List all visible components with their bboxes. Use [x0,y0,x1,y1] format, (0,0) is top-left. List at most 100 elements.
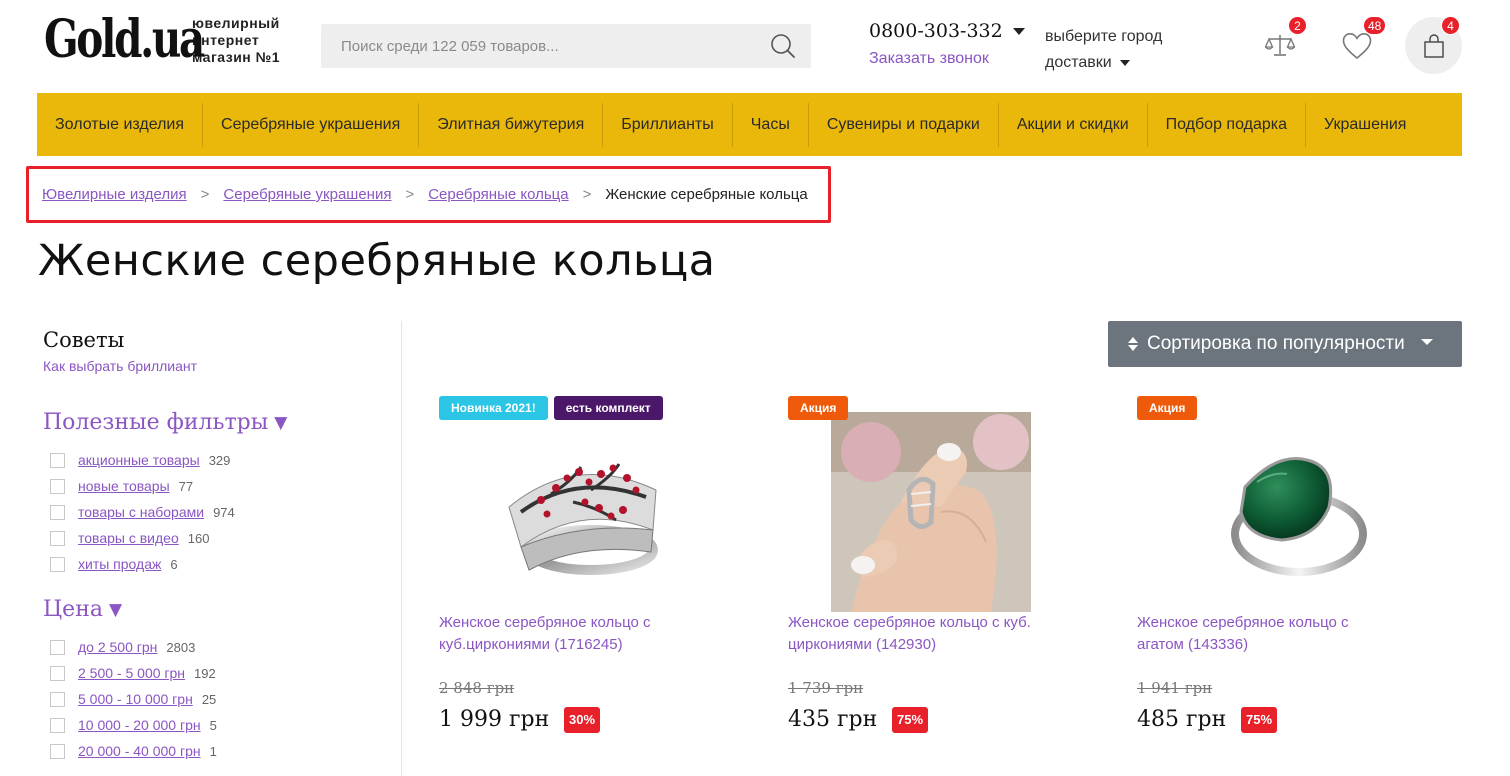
filter-label[interactable]: акционные товары [78,452,200,468]
shopping-bag-icon [1423,33,1444,58]
sidebar-divider [401,321,402,776]
nav-item-bijouterie[interactable]: Элитная бижутерия [419,102,604,147]
breadcrumb-separator: > [582,186,592,203]
useful-filters-heading: Полезные фильтры [43,410,269,435]
ring-image-icon [1231,457,1367,576]
breadcrumb-link[interactable]: Ювелирные изделия [42,186,187,203]
breadcrumb-link[interactable]: Серебряные украшения [223,186,391,203]
filter-label[interactable]: 5 000 - 10 000 грн [78,691,193,707]
breadcrumb-link[interactable]: Серебряные кольца [428,186,568,203]
product-image[interactable] [1197,412,1397,612]
filter-label[interactable]: новые товары [78,478,170,494]
product-name[interactable]: Женское серебряное кольцо с куб.циркония… [439,612,699,656]
product-labels: Акция [1137,396,1198,420]
filter-checkbox[interactable] [50,452,65,468]
filter-checkbox[interactable] [50,478,65,494]
filter-checkbox[interactable] [50,504,65,520]
product-old-price: 2 848 грн [439,679,515,697]
callback-link[interactable]: Заказать звонок [869,50,1025,68]
nav-item-diamonds[interactable]: Бриллианты [603,102,733,147]
filter-option: 20 000 - 40 000 грн 1 [43,738,373,764]
label-promo: Акция [788,396,849,420]
product-old-price: 1 739 грн [788,679,864,697]
filter-label[interactable]: 20 000 - 40 000 грн [78,743,201,759]
filter-checkbox[interactable] [50,556,65,572]
city-selector[interactable]: выберите город доставки [1045,24,1162,76]
nav-item-jewelry[interactable]: Украшения [1306,103,1424,147]
product-price: 435 грн [788,707,878,732]
site-header: Gold.ua ювелирный интернет магазин №1 08… [0,0,1510,93]
tips-link[interactable]: Как выбрать бриллиант [43,358,373,374]
product-old-price: 1 941 грн [1137,679,1213,697]
page-title: Женские серебряные кольца [38,236,716,286]
scales-icon [1265,35,1295,56]
phone-dropdown[interactable]: 0800-303-332 [869,20,1025,42]
hand-ring-photo-icon [831,412,1031,612]
filter-checkbox[interactable] [50,717,65,733]
filter-checkbox[interactable] [50,691,65,707]
search-input[interactable] [321,24,755,68]
compare-count-badge: 2 [1288,16,1307,35]
filter-sidebar: Советы Как выбрать бриллиант Полезные фи… [43,328,373,764]
product-image[interactable] [481,412,681,612]
useful-filters-toggle[interactable]: Полезные фильтры ▼ [43,410,373,435]
nav-item-sales[interactable]: Акции и скидки [999,102,1148,147]
city-label-line2: доставки [1045,54,1112,71]
filter-count: 192 [194,665,216,681]
price-filter-heading: Цена [43,597,103,622]
nav-item-souvenirs[interactable]: Сувениры и подарки [809,102,999,147]
chevron-down-icon [1420,338,1433,345]
product-card: Новинка 2021! есть комплект Женское сере… [439,396,739,776]
product-name[interactable]: Женское серебряное кольцо с агатом (1433… [1137,612,1397,656]
product-name[interactable]: Женское серебряное кольцо с куб. циркони… [788,612,1048,656]
filter-option: хиты продаж 6 [43,551,373,577]
phone-number: 0800-303-332 [869,20,1003,42]
nav-item-watches[interactable]: Часы [733,102,809,147]
product-image[interactable] [831,412,1031,612]
product-card: Акция Женское серебряное кольцо с агатом… [1137,396,1437,776]
sort-label: Сортировка по популярности [1147,333,1405,354]
filter-label[interactable]: товары с наборами [78,504,204,520]
filter-count: 5 [209,717,217,733]
logo-tagline: ювелирный интернет магазин №1 [192,15,280,66]
sort-dropdown[interactable]: Сортировка по популярности [1108,321,1462,367]
filter-count: 329 [208,452,231,468]
logo-wordmark: Gold.ua [44,9,205,70]
chevron-down-icon [1119,60,1130,66]
nav-item-gold[interactable]: Золотые изделия [37,102,204,147]
logo[interactable]: Gold.ua ювелирный интернет магазин №1 [44,14,280,66]
price-filter-list: до 2 500 грн 2803 2 500 - 5 000 грн 192 … [43,634,373,764]
search-button[interactable] [755,24,811,68]
discount-badge: 75% [892,707,929,733]
filter-count: 1 [209,743,217,759]
wishlist-button[interactable]: 48 [1337,16,1387,66]
filter-option: 5 000 - 10 000 грн 25 [43,686,373,712]
filter-label[interactable]: хиты продаж [78,556,161,572]
product-price: 1 999 грн [439,707,550,732]
filter-option: 10 000 - 20 000 грн 5 [43,712,373,738]
phone-block: 0800-303-332 Заказать звонок [869,20,1025,68]
price-filter-toggle[interactable]: Цена ▼ [43,597,373,622]
filter-checkbox[interactable] [50,639,65,655]
nav-item-silver[interactable]: Серебряные украшения [203,102,420,147]
filter-label[interactable]: 2 500 - 5 000 грн [78,665,185,681]
compare-button[interactable]: 2 [1260,16,1307,66]
filter-option: товары с наборами 974 [43,499,373,525]
filter-checkbox[interactable] [50,665,65,681]
breadcrumb-separator: > [200,186,210,203]
filter-checkbox[interactable] [50,530,65,546]
main-nav: Золотые изделия Серебряные украшения Эли… [37,93,1462,156]
wishlist-count-badge: 48 [1363,16,1387,35]
filter-option: новые товары 77 [43,473,373,499]
filter-label[interactable]: 10 000 - 20 000 грн [78,717,201,733]
breadcrumb-current: Женские серебряные кольца [605,186,808,203]
filter-label[interactable]: до 2 500 грн [78,639,157,655]
nav-item-gift-finder[interactable]: Подбор подарка [1148,102,1307,147]
discount-badge: 75% [1241,707,1278,733]
filter-label[interactable]: товары с видео [78,530,179,546]
sort-arrows-icon [1128,337,1138,351]
filter-count: 77 [178,478,194,494]
cart-button[interactable]: 4 [1405,16,1462,74]
filter-checkbox[interactable] [50,743,65,759]
chevron-down-icon [1012,27,1025,35]
